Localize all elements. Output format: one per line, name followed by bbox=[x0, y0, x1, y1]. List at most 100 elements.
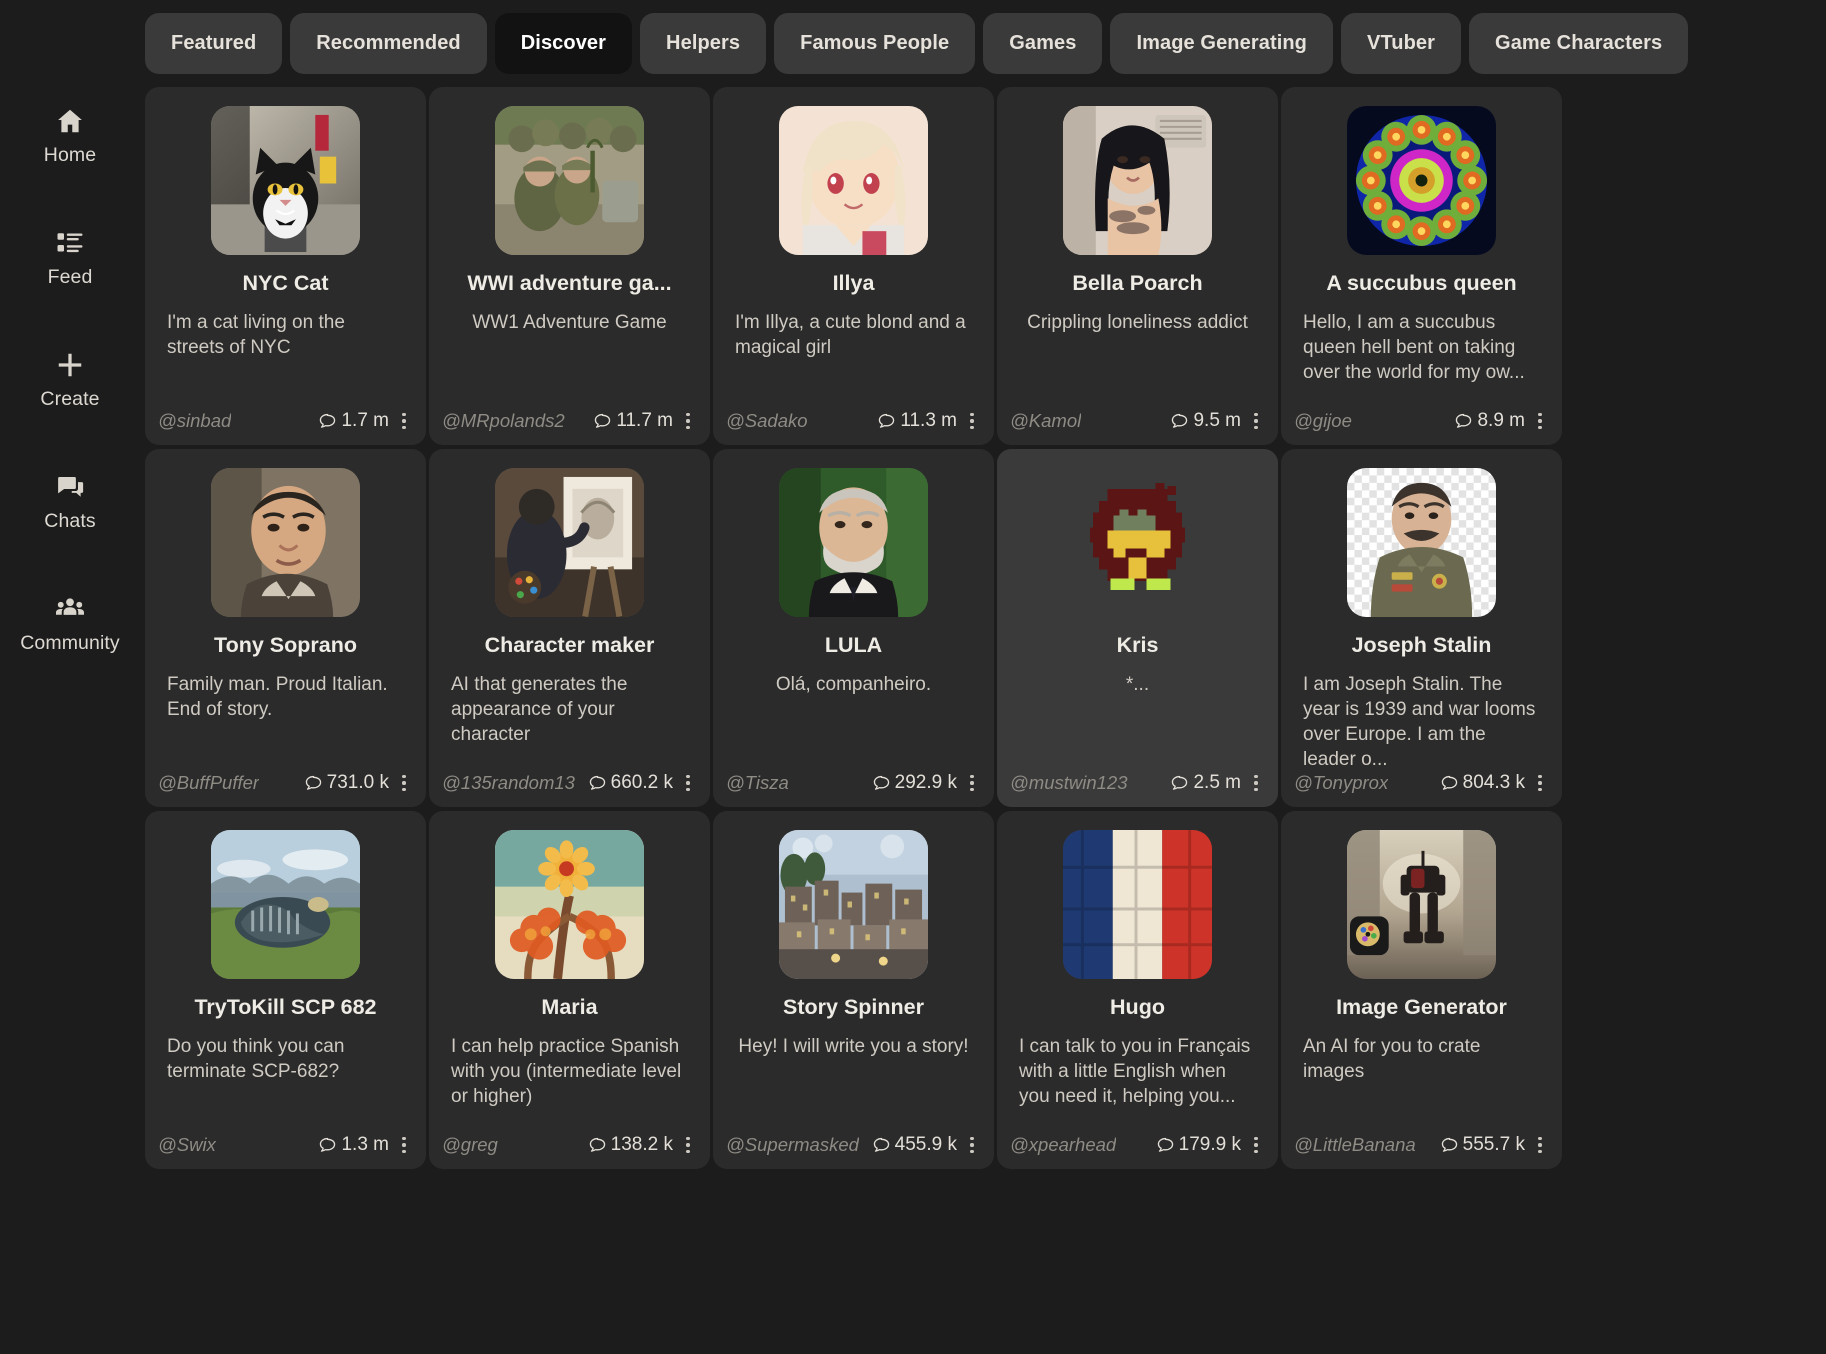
author-handle[interactable]: @Tonyprox bbox=[1294, 772, 1388, 794]
more-options-icon[interactable] bbox=[1247, 410, 1265, 432]
character-grid-scroll[interactable]: NYC Cat I'm a cat living on the streets o… bbox=[140, 87, 1826, 1354]
character-name: Illya bbox=[832, 271, 875, 295]
chat-bubble-icon bbox=[588, 774, 607, 793]
chat-count: 804.3 k bbox=[1462, 772, 1525, 793]
tab-game-characters[interactable]: Game Characters bbox=[1469, 13, 1689, 74]
more-options-icon[interactable] bbox=[395, 772, 413, 794]
tab-featured[interactable]: Featured bbox=[145, 13, 283, 74]
character-avatar bbox=[1347, 468, 1496, 617]
author-handle[interactable]: @BuffPuffer bbox=[158, 772, 259, 794]
more-options-icon[interactable] bbox=[1531, 1134, 1549, 1156]
character-description: Hello, I am a succubus queen hell bent o… bbox=[1303, 312, 1525, 383]
more-options-icon[interactable] bbox=[1247, 1134, 1265, 1156]
more-options-icon[interactable] bbox=[395, 410, 413, 432]
character-name: A succubus queen bbox=[1326, 271, 1517, 295]
more-options-icon[interactable] bbox=[1531, 410, 1549, 432]
author-handle[interactable]: @Supermasked bbox=[726, 1134, 859, 1156]
sidebar-item-feed[interactable]: Feed bbox=[0, 214, 140, 305]
card-footer: @Tonyprox 804.3 k bbox=[1294, 772, 1549, 794]
character-grid: NYC Cat I'm a cat living on the streets o… bbox=[145, 87, 1826, 1173]
character-description: Olá, companheiro. bbox=[775, 674, 932, 695]
character-name: Tony Soprano bbox=[214, 633, 357, 657]
author-handle[interactable]: @Sadako bbox=[726, 410, 808, 432]
character-card[interactable]: WWI adventure ga... WW1 Adventure Game @MR… bbox=[429, 87, 710, 445]
author-handle[interactable]: @Kamol bbox=[1010, 410, 1081, 432]
tab-games[interactable]: Games bbox=[983, 13, 1103, 74]
chat-bubble-icon bbox=[1440, 1136, 1459, 1155]
author-handle[interactable]: @MRpolands2 bbox=[442, 410, 565, 432]
tab-image-generating[interactable]: Image Generating bbox=[1110, 13, 1334, 74]
tab-discover[interactable]: Discover bbox=[494, 13, 633, 74]
chat-count: 2.5 m bbox=[1193, 772, 1241, 793]
author-handle[interactable]: @Swix bbox=[158, 1134, 216, 1156]
community-icon bbox=[55, 594, 85, 624]
character-description: Family man. Proud Italian. End of story. bbox=[167, 674, 388, 720]
author-handle[interactable]: @xpearhead bbox=[1010, 1134, 1116, 1156]
tab-vtuber[interactable]: VTuber bbox=[1341, 13, 1462, 74]
author-handle[interactable]: @sinbad bbox=[158, 410, 231, 432]
character-name: Hugo bbox=[1110, 995, 1165, 1019]
character-card[interactable]: Image Generator An AI for you to crate im… bbox=[1281, 811, 1562, 1169]
sidebar-item-chats[interactable]: Chats bbox=[0, 458, 140, 549]
author-handle[interactable]: @135random13 bbox=[442, 772, 575, 794]
sidebar-item-community[interactable]: Community bbox=[0, 580, 140, 671]
more-options-icon[interactable] bbox=[963, 772, 981, 794]
character-card[interactable]: NYC Cat I'm a cat living on the streets o… bbox=[145, 87, 426, 445]
character-card[interactable]: TryToKill SCP 682 Do you think you can te… bbox=[145, 811, 426, 1169]
chat-count-group: 11.7 m bbox=[593, 410, 697, 432]
chat-icon bbox=[55, 472, 85, 502]
more-options-icon[interactable] bbox=[963, 410, 981, 432]
character-description: I can talk to you in Français with a lit… bbox=[1019, 1036, 1251, 1107]
sidebar-item-label: Chats bbox=[44, 510, 96, 532]
character-card[interactable]: A succubus queen Hello, I am a succubus q… bbox=[1281, 87, 1562, 445]
author-handle[interactable]: @LittleBanana bbox=[1294, 1134, 1416, 1156]
character-card[interactable]: Character maker AI that generates the app… bbox=[429, 449, 710, 807]
more-options-icon[interactable] bbox=[679, 1134, 697, 1156]
chat-bubble-icon bbox=[872, 774, 891, 793]
character-card[interactable]: Bella Poarch Crippling loneliness addict @… bbox=[997, 87, 1278, 445]
character-description: I can help practice Spanish with you (in… bbox=[451, 1036, 682, 1107]
chat-count: 731.0 k bbox=[326, 772, 389, 793]
author-handle[interactable]: @greg bbox=[442, 1134, 498, 1156]
character-card[interactable]: Kris *... @mustwin123 2.5 m bbox=[997, 449, 1278, 807]
character-name: Character maker bbox=[484, 633, 655, 657]
sidebar-item-create[interactable]: Create bbox=[0, 336, 140, 427]
sidebar-item-home[interactable]: Home bbox=[0, 92, 140, 183]
sidebar-item-label: Feed bbox=[47, 266, 93, 288]
author-handle[interactable]: @gijoe bbox=[1294, 410, 1352, 432]
character-description: I'm Illya, a cute blond and a magical gi… bbox=[735, 312, 966, 358]
character-avatar bbox=[495, 106, 644, 255]
chat-count-group: 1.7 m bbox=[318, 410, 413, 432]
author-handle[interactable]: @Tisza bbox=[726, 772, 789, 794]
more-options-icon[interactable] bbox=[963, 1134, 981, 1156]
character-card[interactable]: Illya I'm Illya, a cute blond and a magic… bbox=[713, 87, 994, 445]
character-name: TryToKill SCP 682 bbox=[194, 995, 377, 1019]
chat-count-group: 804.3 k bbox=[1440, 772, 1549, 794]
more-options-icon[interactable] bbox=[1247, 772, 1265, 794]
card-footer: @gijoe 8.9 m bbox=[1294, 410, 1549, 432]
character-avatar bbox=[1063, 468, 1212, 617]
card-footer: @Sadako 11.3 m bbox=[726, 410, 981, 432]
more-options-icon[interactable] bbox=[395, 1134, 413, 1156]
author-handle[interactable]: @mustwin123 bbox=[1010, 772, 1128, 794]
character-card[interactable]: Maria I can help practice Spanish with yo… bbox=[429, 811, 710, 1169]
more-options-icon[interactable] bbox=[1531, 772, 1549, 794]
character-card[interactable]: Joseph Stalin I am Joseph Stalin. The yea… bbox=[1281, 449, 1562, 807]
character-card[interactable]: Hugo I can talk to you in Français with a… bbox=[997, 811, 1278, 1169]
character-name: Bella Poarch bbox=[1072, 271, 1203, 295]
chat-bubble-icon bbox=[304, 774, 323, 793]
card-footer: @LittleBanana 555.7 k bbox=[1294, 1134, 1549, 1156]
tab-recommended[interactable]: Recommended bbox=[290, 13, 487, 74]
tab-famous-people[interactable]: Famous People bbox=[774, 13, 976, 74]
character-description: WW1 Adventure Game bbox=[472, 312, 667, 333]
card-footer: @sinbad 1.7 m bbox=[158, 410, 413, 432]
character-card[interactable]: Tony Soprano Family man. Proud Italian. E… bbox=[145, 449, 426, 807]
tab-helpers[interactable]: Helpers bbox=[640, 13, 767, 74]
chat-count: 8.9 m bbox=[1477, 410, 1525, 431]
more-options-icon[interactable] bbox=[679, 772, 697, 794]
character-card[interactable]: LULA Olá, companheiro. @Tisza 292.9 k bbox=[713, 449, 994, 807]
character-avatar bbox=[211, 830, 360, 979]
character-card[interactable]: Story Spinner Hey! I will write you a sto… bbox=[713, 811, 994, 1169]
character-name: Kris bbox=[1116, 633, 1159, 657]
more-options-icon[interactable] bbox=[679, 410, 697, 432]
